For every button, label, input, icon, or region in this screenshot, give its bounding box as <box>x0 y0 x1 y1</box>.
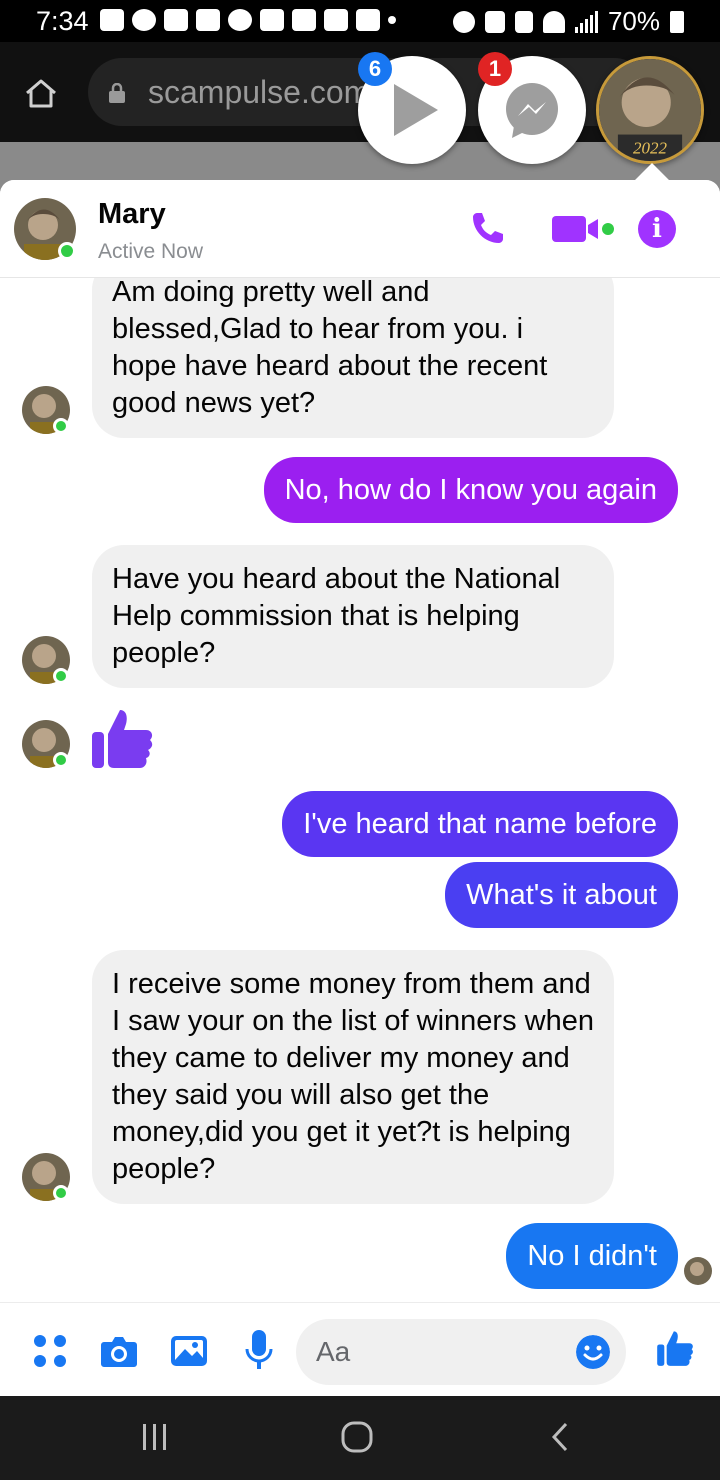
avatar-photo: 2022 <box>599 59 701 161</box>
incoming-message[interactable]: Have you heard about the National Help c… <box>92 545 614 688</box>
more-notifications-dot <box>388 16 396 24</box>
chat-notification-icon <box>100 9 124 31</box>
composer-bar: Aa <box>0 1302 720 1396</box>
incoming-message[interactable]: Am doing pretty well and blessed,Glad to… <box>92 258 614 438</box>
online-indicator <box>53 1185 69 1201</box>
contact-chat-head[interactable]: 2022 <box>596 56 704 164</box>
menu-dots-icon[interactable] <box>32 1333 68 1369</box>
status-bar: 7:34 70% <box>0 0 720 42</box>
online-indicator <box>53 668 69 684</box>
video-camera-icon[interactable] <box>552 210 606 246</box>
home-circle-icon[interactable] <box>340 1420 374 1454</box>
chat-header: Mary Active Now i <box>0 180 720 278</box>
system-icons: 70% <box>452 6 684 37</box>
incoming-message[interactable]: I receive some money from them and I saw… <box>92 950 614 1204</box>
online-indicator <box>58 242 76 260</box>
outgoing-message[interactable]: No I didn't <box>506 1223 678 1289</box>
video-online-dot <box>602 223 614 235</box>
mute-icon <box>484 10 505 33</box>
emoji-icon[interactable] <box>576 1335 610 1369</box>
seen-receipt-avatar <box>684 1257 712 1285</box>
home-icon[interactable] <box>24 78 58 108</box>
facebook-notification-icon <box>164 9 188 31</box>
avatar-year: 2022 <box>633 138 668 157</box>
outgoing-message[interactable]: No, how do I know you again <box>263 457 678 523</box>
like-icon[interactable] <box>90 706 154 770</box>
alarm-icon <box>452 10 475 33</box>
snapchat-notification-icon <box>228 9 252 31</box>
app-notification-icon <box>356 9 380 31</box>
messenger-notification-icon <box>132 9 156 31</box>
microphone-icon[interactable] <box>244 1329 274 1371</box>
gallery-icon[interactable] <box>170 1333 208 1369</box>
camera-icon[interactable] <box>100 1333 138 1369</box>
youtube-notification-icon-3 <box>324 9 348 31</box>
chat-panel: Mary Active Now i Am doing pretty well a… <box>0 180 720 1396</box>
active-status: Active Now <box>98 240 204 263</box>
youtube-notification-icon-2 <box>292 9 316 31</box>
recents-icon[interactable] <box>140 1420 170 1454</box>
youtube-notification-icon <box>260 9 284 31</box>
video-badge: 6 <box>358 52 392 86</box>
wifi-icon <box>542 10 565 33</box>
info-icon[interactable]: i <box>638 210 676 248</box>
status-time: 7:34 <box>36 6 89 36</box>
outgoing-message[interactable]: What's it about <box>445 862 678 928</box>
phone-icon[interactable] <box>470 210 506 246</box>
outgoing-message[interactable]: I've heard that name before <box>282 791 678 857</box>
messenger-badge: 1 <box>478 52 512 86</box>
signal-icon <box>574 10 598 33</box>
online-indicator <box>53 752 69 768</box>
battery-percent: 70% <box>607 6 660 36</box>
battery-icon <box>670 10 684 33</box>
like-icon[interactable] <box>656 1329 694 1367</box>
online-indicator <box>53 418 69 434</box>
system-nav-bar <box>0 1396 720 1480</box>
data-saver-icon <box>514 10 533 33</box>
lock-icon <box>109 83 125 103</box>
facebook-notification-icon-2 <box>196 9 220 31</box>
contact-name[interactable]: Mary <box>98 198 166 231</box>
back-icon[interactable] <box>548 1420 572 1454</box>
notification-icons <box>100 9 396 31</box>
